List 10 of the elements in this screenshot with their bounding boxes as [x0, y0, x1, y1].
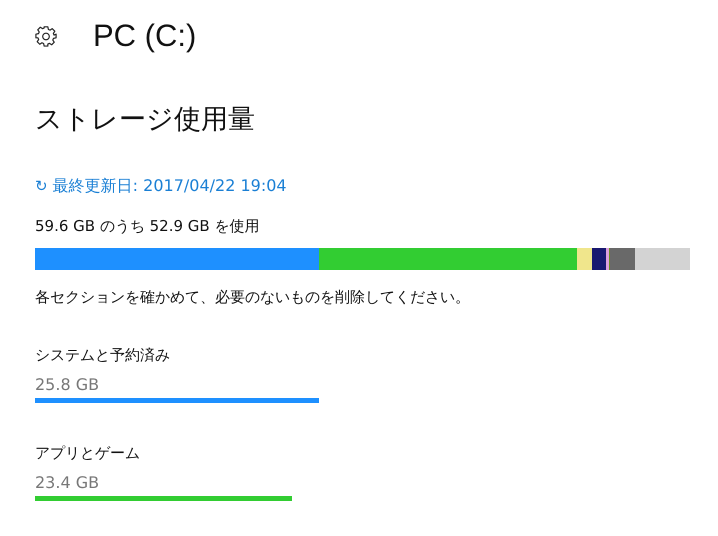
- usage-summary: 59.6 GB のうち 52.9 GB を使用: [35, 217, 260, 236]
- instruction-text: 各セクションを確かめて、必要のないものを削除してください。: [35, 288, 471, 307]
- section-heading: ストレージ使用量: [35, 103, 256, 137]
- category-size: 23.4 GB: [35, 473, 100, 492]
- refresh-link[interactable]: ↻ 最終更新日: 2017/04/22 19:04: [35, 176, 287, 197]
- settings-icon[interactable]: [35, 25, 57, 47]
- category-size: 25.8 GB: [35, 375, 100, 394]
- window-title: PC (C:): [93, 18, 196, 54]
- category-link[interactable]: システムと予約済み: [35, 346, 170, 365]
- category-link[interactable]: アプリとゲーム: [35, 444, 140, 463]
